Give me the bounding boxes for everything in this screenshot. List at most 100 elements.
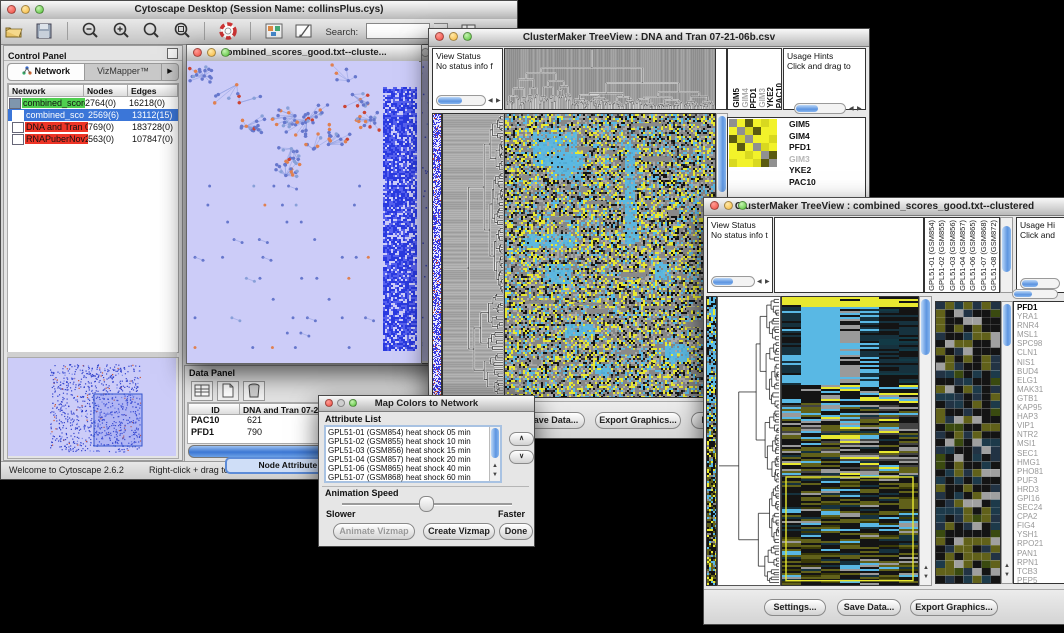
gene-label-RPN1[interactable]: RPN1 — [1017, 558, 1043, 567]
gene-label-ELG1[interactable]: ELG1 — [1017, 376, 1043, 385]
gene-label-PAC10[interactable]: PAC10 — [789, 177, 816, 189]
gene-label-GIM4[interactable]: GIM4 — [789, 131, 816, 143]
gene-label-CPA2[interactable]: CPA2 — [1017, 512, 1043, 521]
attribute-list-item[interactable]: GPL51-04 (GSM857) heat shock 20 min — [328, 455, 486, 464]
network-row-DNA and Tran 07[interactable]: DNA and Tran 07769(0)183728(0) — [8, 121, 178, 133]
zoom-out-icon[interactable] — [79, 21, 101, 41]
gene-label-TCB3[interactable]: TCB3 — [1017, 567, 1043, 576]
network-overview-canvas[interactable] — [8, 358, 176, 456]
gene-label-HRD3[interactable]: HRD3 — [1017, 485, 1043, 494]
treeview2-titlebar[interactable]: ClusterMaker TreeView : combined_scores_… — [704, 198, 1064, 216]
view-status-hscrollbar[interactable] — [436, 95, 486, 106]
save-data-button[interactable]: Save Data... — [837, 599, 901, 616]
minimize-icon[interactable] — [449, 32, 458, 41]
gene-label-SEC24[interactable]: SEC24 — [1017, 503, 1043, 512]
gene-label-PUF3[interactable]: PUF3 — [1017, 476, 1043, 485]
attribute-list-item[interactable]: GPL51-07 (GSM868) heat shock 60 min — [328, 473, 486, 482]
save-session-icon[interactable] — [33, 21, 55, 41]
close-icon[interactable] — [435, 32, 444, 41]
gene-list-hscrollbar[interactable] — [1012, 289, 1058, 299]
scroll-right-icon[interactable]: ▶ — [765, 279, 770, 285]
move-down-button[interactable]: ∨ — [509, 450, 534, 464]
gene-label-NTR2[interactable]: NTR2 — [1017, 430, 1043, 439]
zoom-fit-icon[interactable] — [140, 21, 162, 41]
map-colors-titlebar[interactable]: Map Colors to Network — [319, 396, 534, 412]
gene-label-MAK31[interactable]: MAK31 — [1017, 385, 1043, 394]
annotation-icon[interactable] — [293, 21, 315, 41]
col-header-nodes[interactable]: Nodes — [84, 84, 128, 97]
gene-label-PHO81[interactable]: PHO81 — [1017, 467, 1043, 476]
tab-network[interactable]: Network — [8, 64, 85, 80]
treeview1-yellow-matrix[interactable] — [729, 119, 777, 167]
zoom-window-icon[interactable] — [349, 399, 357, 407]
gene-label-PEP5[interactable]: PEP5 — [1017, 576, 1043, 584]
close-icon[interactable] — [325, 399, 333, 407]
treeview2-row-dendrogram[interactable] — [717, 296, 781, 586]
close-icon[interactable] — [193, 48, 202, 57]
select-attributes-icon[interactable] — [191, 381, 213, 401]
zoom-window-icon[interactable] — [738, 201, 747, 210]
usage-hints-hscrollbar[interactable] — [1020, 278, 1060, 289]
minimize-icon[interactable] — [207, 48, 216, 57]
move-up-button[interactable]: ∧ — [509, 432, 534, 446]
treeview2-vscrollbar[interactable]: ▲ ▼ — [919, 296, 932, 586]
scroll-up-icon[interactable]: ▲ — [1004, 563, 1010, 569]
treeview2-global-strip[interactable] — [706, 296, 717, 586]
treeview2-heatmap[interactable] — [781, 296, 919, 586]
network-row-combined_sco[interactable]: combined_sco2569(6)13112(15) — [8, 109, 178, 121]
float-panel-icon[interactable] — [167, 48, 178, 59]
scroll-left-icon[interactable]: ◀ — [757, 279, 762, 285]
scroll-down-icon[interactable]: ▼ — [923, 574, 929, 580]
scroll-right-icon[interactable]: ▶ — [857, 106, 862, 112]
network-row-RNAPuberNov2+[interactable]: RNAPuberNov2+563(0)107847(0) — [8, 133, 178, 145]
gene-label-HAP3[interactable]: HAP3 — [1017, 412, 1043, 421]
speed-slider-thumb[interactable] — [419, 496, 434, 512]
vizmapper-icon[interactable] — [263, 21, 285, 41]
gene-label-BUD4[interactable]: BUD4 — [1017, 367, 1043, 376]
zoom-in-icon[interactable] — [110, 21, 132, 41]
attribute-list-item[interactable]: GPL51-02 (GSM855) heat shock 10 min — [328, 437, 486, 446]
gene-label-SEC1[interactable]: SEC1 — [1017, 449, 1043, 458]
gene-label-GTB1[interactable]: GTB1 — [1017, 394, 1043, 403]
gene-label-FIG4[interactable]: FIG4 — [1017, 521, 1043, 530]
col-header-network[interactable]: Network — [8, 84, 84, 97]
gene-label-PFD1[interactable]: PFD1 — [789, 142, 816, 154]
data-col-id[interactable]: ID — [188, 403, 240, 415]
gene-label-RNR4[interactable]: RNR4 — [1017, 321, 1043, 330]
scroll-left-icon[interactable]: ◀ — [849, 106, 854, 112]
attribute-list-vscrollbar[interactable]: ▲ ▼ — [489, 427, 500, 481]
attribute-list-item[interactable]: GPL51-06 (GSM865) heat shock 40 min — [328, 464, 486, 473]
gene-list-vscrollbar[interactable]: ▲ ▼ — [1001, 301, 1013, 584]
zoom-window-icon[interactable] — [35, 5, 44, 14]
attribute-listbox[interactable]: GPL51-01 (GSM854) heat shock 05 minGPL51… — [324, 425, 502, 483]
gene-label-VIP1[interactable]: VIP1 — [1017, 421, 1043, 430]
network-row-combined_scores[interactable]: combined_scores2764(0)16218(0) — [8, 97, 178, 109]
animate-vizmap-button[interactable]: Animate Vizmap — [333, 523, 415, 540]
close-icon[interactable] — [7, 5, 16, 14]
done-button[interactable]: Done — [499, 523, 533, 540]
zoom-window-icon[interactable] — [463, 32, 472, 41]
scroll-left-icon[interactable]: ◀ — [488, 98, 493, 104]
treeview1-zoom-hscrollbar[interactable] — [794, 103, 846, 114]
treeview1-column-dendrogram[interactable] — [504, 48, 716, 110]
scroll-right-icon[interactable]: ▶ — [496, 98, 501, 104]
scroll-up-icon[interactable]: ▲ — [492, 463, 498, 469]
delete-attribute-icon[interactable] — [243, 381, 265, 401]
gene-label-KAP95[interactable]: KAP95 — [1017, 403, 1043, 412]
tab-overflow-arrow[interactable]: ▶ — [161, 64, 178, 80]
network-view-titlebar[interactable]: combined_scores_good.txt--cluste... — [187, 45, 421, 62]
main-titlebar[interactable]: Cytoscape Desktop (Session Name: collins… — [1, 1, 517, 20]
treeview1-titlebar[interactable]: ClusterMaker TreeView : DNA and Tran 07-… — [429, 29, 869, 47]
gene-label-RPO21[interactable]: RPO21 — [1017, 539, 1043, 548]
new-attribute-icon[interactable] — [217, 381, 239, 401]
open-file-icon[interactable] — [3, 21, 25, 41]
gene-label-MSL1[interactable]: MSL1 — [1017, 330, 1043, 339]
attribute-list-item[interactable]: GPL51-01 (GSM854) heat shock 05 min — [328, 428, 486, 437]
zoom-selected-icon[interactable] — [171, 21, 193, 41]
view-status-hscrollbar[interactable] — [711, 276, 755, 287]
treeview1-row-dendrogram[interactable] — [442, 113, 505, 398]
gene-label-PAN1[interactable]: PAN1 — [1017, 549, 1043, 558]
scroll-up-icon[interactable]: ▲ — [923, 565, 929, 571]
treeview2-column-dendrogram[interactable] — [774, 217, 924, 293]
gene-label-YRA1[interactable]: YRA1 — [1017, 312, 1043, 321]
